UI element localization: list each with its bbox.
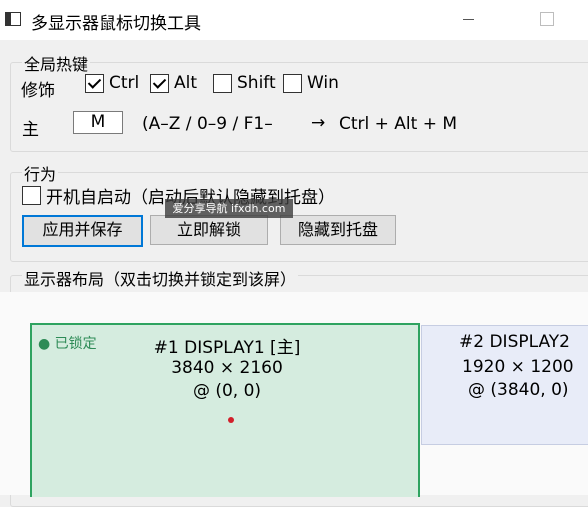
win-checkbox-label: Win (307, 73, 339, 93)
hide-to-tray-button[interactable]: 隐藏到托盘 (280, 215, 396, 245)
alt-checkbox-label: Alt (174, 73, 198, 93)
app-icon (5, 12, 21, 26)
win-checkbox[interactable]: Win (283, 73, 339, 93)
hotkey-group-title: 全局热键 (22, 51, 91, 75)
display-2-name: #2 DISPLAY2 (459, 332, 570, 352)
title-bar: 多显示器鼠标切换工具 (0, 0, 588, 40)
display-card-1[interactable]: ● 已锁定 #1 DISPLAY1 [主] 3840 × 2160 @ (0, … (30, 323, 420, 497)
shift-checkbox-box[interactable] (213, 73, 232, 93)
behavior-group-title: 行为 (22, 161, 59, 185)
watermark: 爱分享导航 ifxdh.com (165, 199, 293, 218)
display-1-name: #1 DISPLAY1 [主] (153, 338, 301, 358)
cursor-position-dot (228, 417, 234, 423)
window-title: 多显示器鼠标切换工具 (31, 14, 201, 34)
ctrl-checkbox-box[interactable] (85, 73, 104, 93)
win-checkbox-box[interactable] (283, 73, 302, 93)
display-card-2[interactable]: #2 DISPLAY2 1920 × 1200 @ (3840, 0) (421, 325, 588, 445)
modifier-label: 修饰 (21, 81, 55, 101)
maximize-button[interactable] (540, 12, 554, 26)
minimize-button[interactable] (463, 19, 474, 20)
display-1-origin: @ (0, 0) (192, 381, 262, 401)
display-2-resolution: 1920 × 1200 (462, 357, 574, 377)
arrow-right-icon: → (311, 113, 326, 133)
main-key-input[interactable]: M (73, 111, 123, 134)
display-2-origin: @ (3840, 0) (468, 380, 569, 400)
ctrl-checkbox-label: Ctrl (109, 73, 140, 93)
unlock-button[interactable]: 立即解锁 (150, 215, 268, 245)
shift-checkbox-label: Shift (237, 73, 276, 93)
apply-save-button[interactable]: 应用并保存 (22, 215, 143, 247)
alt-checkbox-box[interactable] (150, 73, 169, 93)
layout-group-title: 显示器布局（双击切换并锁定到该屏） (22, 266, 299, 290)
main-key-label: 主 (22, 120, 39, 140)
alt-checkbox[interactable]: Alt (150, 73, 197, 93)
hotkey-combo-preview: Ctrl + Alt + M (339, 114, 458, 134)
shift-checkbox[interactable]: Shift (213, 73, 276, 93)
key-range-hint: (A–Z / 0–9 / F1– (142, 114, 273, 134)
display-1-resolution: 3840 × 2160 (171, 358, 283, 378)
ctrl-checkbox[interactable]: Ctrl (85, 73, 139, 93)
autostart-checkbox-box[interactable] (22, 186, 41, 205)
